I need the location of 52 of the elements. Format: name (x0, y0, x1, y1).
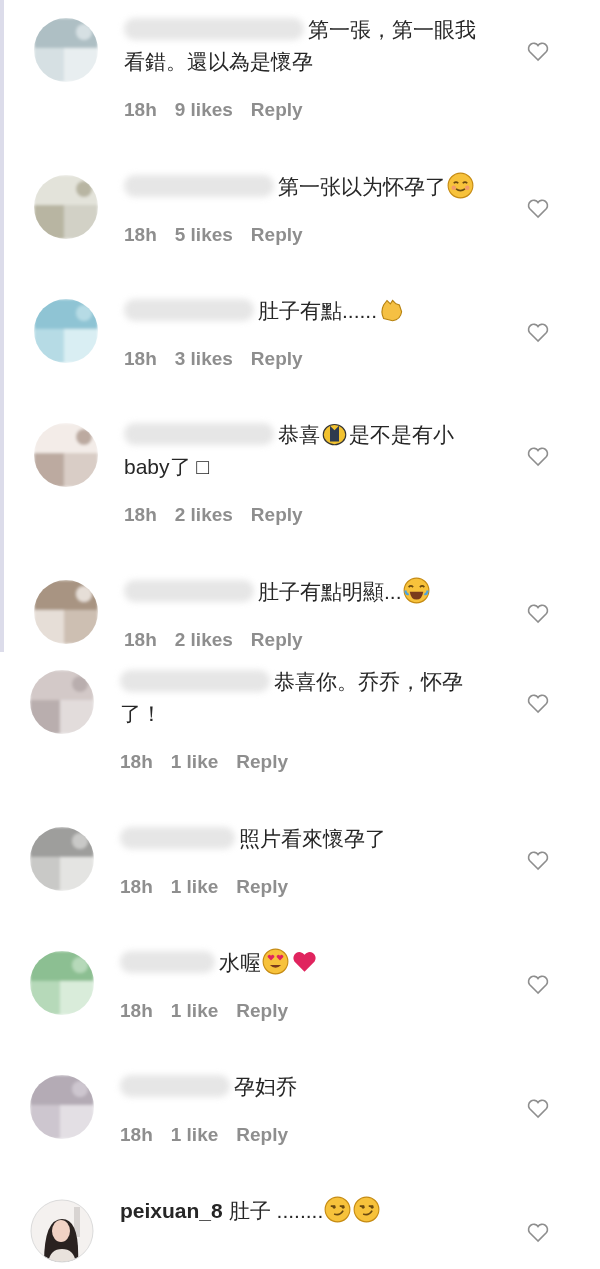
like-heart-icon[interactable] (526, 321, 550, 343)
comment-text: 恭喜 是不是有小baby了 □ (124, 419, 494, 483)
likes-count[interactable]: 1 like (170, 1123, 219, 1147)
reply-link[interactable]: Reply (250, 503, 303, 527)
like-heart-icon[interactable] (526, 1221, 550, 1243)
likes-count[interactable]: 1 like (170, 875, 219, 899)
likes-count[interactable]: 3 likes (174, 347, 233, 371)
like-heart-icon[interactable] (526, 445, 550, 467)
comment-text: 肚子有點明顯... (124, 576, 494, 608)
like-heart-icon[interactable] (526, 40, 550, 62)
comment-text: 肚子有點...... (124, 295, 494, 327)
likes-count[interactable]: 1 like (170, 999, 219, 1023)
comment-time: 18h (120, 750, 153, 774)
likes-count[interactable]: 9 likes (174, 98, 233, 122)
comment-time: 18h (120, 1123, 153, 1147)
comment-text: 第一张以为怀孕了 (124, 171, 494, 203)
likes-count[interactable]: 2 likes (174, 503, 233, 527)
reply-link[interactable]: Reply (236, 999, 289, 1023)
reply-link[interactable]: Reply (250, 347, 303, 371)
comment-text: 恭喜你。乔乔，怀孕了！ (120, 669, 464, 727)
heart-eyes-face-icon (262, 948, 289, 975)
laughing-face-icon (402, 577, 430, 604)
reply-link[interactable]: Reply (236, 750, 289, 774)
like-heart-icon[interactable] (526, 973, 550, 995)
comment-time: 18h (120, 999, 153, 1023)
like-heart-icon[interactable] (526, 197, 550, 219)
likes-count[interactable]: 2 likes (174, 628, 233, 652)
comment-time: 18h (124, 98, 157, 122)
comment-text: 第一張，第一眼我看錯。還以為是懷孕 (124, 17, 477, 75)
smiling-face-icon (447, 172, 474, 199)
reply-link[interactable]: Reply (250, 628, 303, 652)
reply-link[interactable]: Reply (236, 1123, 289, 1147)
likes-count[interactable]: 1 like (170, 750, 219, 774)
comment-time: 18h (124, 223, 157, 247)
comment-time: 18h (120, 875, 153, 899)
like-heart-icon[interactable] (526, 1097, 550, 1119)
comment-text: 孕妇乔 (120, 1071, 490, 1103)
reply-link[interactable]: Reply (236, 875, 289, 899)
comment-text: peixuan_8 肚子 ........ (120, 1195, 490, 1227)
smirking-face-icon (353, 1196, 381, 1223)
comment-time: 18h (124, 503, 157, 527)
smirking-face-icon (324, 1196, 352, 1223)
comment-text: 水喔 (120, 947, 490, 979)
reply-link[interactable]: Reply (250, 223, 303, 247)
likes-count[interactable]: 5 likes (174, 223, 233, 247)
like-heart-icon[interactable] (526, 692, 550, 714)
comment-time: 18h (124, 628, 157, 652)
reply-link[interactable]: Reply (250, 98, 303, 122)
comment-time: 18h (124, 347, 157, 371)
comment-text: 照片看來懷孕了 (120, 823, 490, 855)
like-heart-icon[interactable] (526, 849, 550, 871)
like-heart-icon[interactable] (526, 602, 550, 624)
